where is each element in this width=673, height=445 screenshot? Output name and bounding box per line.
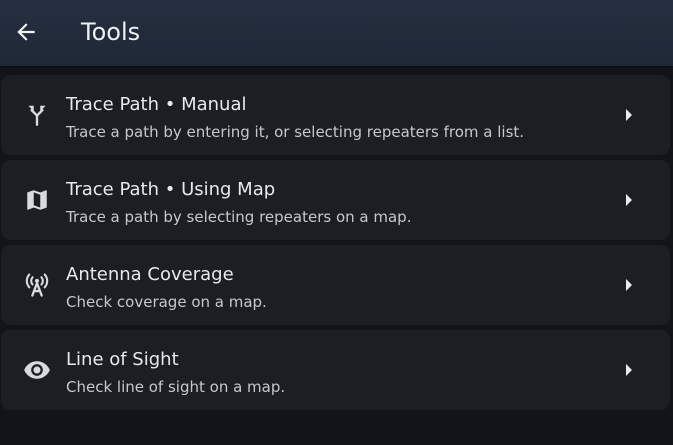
tool-antenna-coverage[interactable]: Antenna Coverage Check coverage on a map… — [1, 245, 670, 325]
arrow-left-icon — [17, 23, 35, 41]
fork-route-icon — [21, 99, 53, 131]
back-button[interactable] — [10, 14, 42, 50]
chevron-right-icon — [624, 278, 634, 292]
chevron-right-icon — [624, 363, 634, 377]
tool-subtitle: Trace a path by selecting repeaters on a… — [66, 208, 412, 226]
chevron-right-icon — [624, 193, 634, 207]
tool-trace-path-manual[interactable]: Trace Path • Manual Trace a path by ente… — [1, 75, 670, 155]
tool-title: Trace Path • Manual — [66, 94, 247, 115]
tool-line-of-sight[interactable]: Line of Sight Check line of sight on a m… — [1, 330, 670, 410]
map-icon — [21, 184, 53, 216]
page-title: Tools — [81, 18, 141, 46]
chevron-right-icon — [624, 108, 634, 122]
tool-title: Antenna Coverage — [66, 264, 234, 285]
tool-subtitle: Check line of sight on a map. — [66, 378, 286, 396]
tool-trace-path-map[interactable]: Trace Path • Using Map Trace a path by s… — [1, 160, 670, 240]
tool-title: Line of Sight — [66, 349, 179, 370]
app-bar: Tools — [0, 0, 673, 66]
tool-subtitle: Check coverage on a map. — [66, 293, 267, 311]
tool-subtitle: Trace a path by entering it, or selectin… — [66, 123, 525, 141]
eye-icon — [21, 354, 53, 386]
tool-title: Trace Path • Using Map — [66, 179, 276, 200]
antenna-icon — [21, 269, 53, 301]
